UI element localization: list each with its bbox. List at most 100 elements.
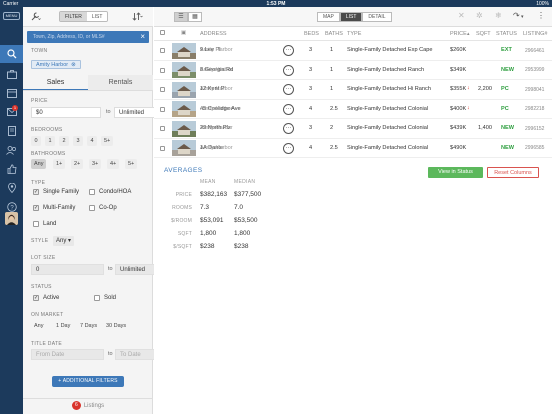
tab-list[interactable]: LIST — [339, 12, 363, 22]
more-actions-icon[interactable]: ··· — [283, 142, 294, 154]
type-multi-family-checkbox[interactable]: ✓ Multi-Family — [33, 205, 75, 211]
bathrooms-option-3plus[interactable]: 3+ — [89, 159, 102, 169]
bedrooms-option-2[interactable]: 2 — [59, 136, 69, 146]
more-actions-icon[interactable]: ··· — [283, 103, 294, 115]
column-sqft[interactable]: SQFT — [476, 31, 491, 37]
sparkle-icon[interactable]: ✲ — [476, 11, 483, 20]
list-layout-icon[interactable]: ☰ — [174, 12, 188, 22]
row-type: Single-Family Detached Ranch — [347, 66, 425, 73]
listing-photo[interactable] — [172, 42, 196, 59]
snowflake-icon[interactable]: ❄ — [495, 11, 502, 20]
sort-icon[interactable] — [132, 12, 143, 23]
town-chip[interactable]: Amity Harbor ⊗ — [31, 60, 81, 69]
bathrooms-option-5plus[interactable]: 5+ — [125, 159, 138, 169]
bedrooms-option-4[interactable]: 4 — [87, 136, 97, 146]
close-icon[interactable]: ✕ — [458, 11, 465, 20]
chevron-down-icon[interactable]: ▾ — [521, 14, 524, 20]
market-option-7-days[interactable]: 7 Days — [77, 321, 100, 331]
search-input[interactable]: Town, Zip, Address, ID, or MLS# — [33, 34, 105, 40]
search-bar[interactable]: Town, Zip, Address, ID, or MLS# × — [27, 31, 149, 43]
column-status[interactable]: STATUS — [496, 31, 517, 37]
people-icon[interactable] — [0, 141, 23, 159]
tab-rentals[interactable]: Rentals — [88, 75, 153, 90]
market-option-1-day[interactable]: 1 Day — [53, 321, 73, 331]
lot-min-input[interactable]: 0 — [31, 264, 104, 275]
remove-chip-icon[interactable]: ⊗ — [71, 62, 76, 68]
bathrooms-option-1plus[interactable]: 1+ — [53, 159, 66, 169]
column-beds[interactable]: BEDS — [304, 31, 319, 37]
tab-map[interactable]: MAP — [317, 12, 340, 22]
market-option-30-days[interactable]: 30 Days — [103, 321, 129, 331]
location-pin-icon[interactable] — [0, 179, 23, 197]
tab-detail[interactable]: DETAIL — [362, 12, 392, 22]
wrench-icon[interactable] — [31, 12, 41, 23]
more-actions-icon[interactable]: ··· — [283, 45, 294, 56]
filter-tab[interactable]: FILTER — [60, 12, 87, 21]
row-baths: 1 — [330, 86, 334, 92]
mail-icon[interactable]: 1 — [0, 103, 23, 121]
listing-photo[interactable] — [172, 101, 196, 117]
type-single-family-checkbox[interactable]: ✓ Single Family — [33, 189, 79, 195]
type-land-checkbox[interactable]: Land — [33, 221, 56, 227]
type-condo-checkbox[interactable]: Condo/HOA — [89, 189, 131, 195]
avatar[interactable] — [5, 212, 18, 225]
listing-photo[interactable] — [172, 120, 196, 137]
bathrooms-option-4plus[interactable]: 4+ — [107, 159, 120, 169]
additional-filters-button[interactable]: + ADDITIONAL FILTERS — [52, 376, 124, 387]
status-active-checkbox[interactable]: ✓ Active — [33, 295, 59, 301]
more-actions-icon[interactable]: ··· — [283, 84, 294, 95]
row-checkbox[interactable] — [160, 145, 165, 151]
view-in-status-button[interactable]: View in Status — [428, 167, 483, 178]
type-coop-checkbox[interactable]: Co-Op — [89, 205, 117, 211]
briefcase-icon[interactable] — [0, 65, 23, 83]
grid-layout-icon[interactable]: ▦ — [188, 12, 202, 22]
row-checkbox[interactable] — [160, 106, 165, 112]
row-type: Single-Family Detached Colonial — [347, 105, 429, 112]
bedrooms-option-3[interactable]: 3 — [73, 136, 83, 146]
price-min-input[interactable]: $0 — [31, 107, 101, 118]
bedrooms-option-5plus[interactable]: 5+ — [101, 136, 114, 146]
listing-photo[interactable] — [172, 81, 196, 98]
clear-search-icon[interactable]: × — [140, 32, 145, 41]
style-select[interactable]: Any ▾ — [53, 236, 75, 246]
table-row[interactable]: 1A Dante Amity Harbor ··· 4 2.5 Single-Famil… — [154, 139, 552, 158]
column-address[interactable]: ADDRESS — [200, 31, 227, 37]
row-checkbox[interactable] — [160, 67, 165, 73]
status-sold-checkbox[interactable]: Sold — [94, 295, 116, 301]
calendar-icon[interactable] — [0, 84, 23, 102]
row-checkbox[interactable] — [160, 48, 165, 53]
row-checkbox[interactable] — [160, 126, 165, 131]
document-icon[interactable] — [0, 122, 23, 140]
list-tab[interactable]: LIST — [86, 12, 108, 21]
reset-columns-button[interactable]: Reset Columns — [487, 167, 539, 178]
from-date-input[interactable]: From Date — [31, 349, 104, 360]
share-icon[interactable]: ↷ — [513, 11, 520, 20]
more-options-icon[interactable]: ⋮ — [537, 11, 545, 20]
table-row[interactable]: 29 North Plz Amity Harbor ··· 3 2 Single-Fam… — [154, 119, 552, 139]
bathrooms-option-2plus[interactable]: 2+ — [71, 159, 84, 169]
table-row[interactable]: 8 Georgia Rd Amity Harbor ··· 3 1 Single-Fam… — [154, 61, 552, 80]
row-listing-number: 2966461 — [525, 47, 545, 54]
more-actions-icon[interactable]: ··· — [283, 64, 294, 76]
listing-photo[interactable] — [172, 140, 196, 156]
thumbs-up-icon[interactable] — [0, 160, 23, 178]
search-icon[interactable] — [0, 45, 23, 63]
column-listing[interactable]: LISTING# — [523, 31, 547, 37]
table-row[interactable]: 45 Coolidge Ave Amity Harbor ··· 4 2.5 Singl… — [154, 100, 552, 119]
bedrooms-option-1[interactable]: 1 — [45, 136, 55, 146]
tab-sales[interactable]: Sales — [23, 75, 88, 90]
table-row[interactable]: 12 Kent Pl Amity Harbor ··· 3 1 Single-Famil… — [154, 80, 552, 100]
table-row[interactable]: 9 Lee Pl Amity Harbor ··· 3 1 Single-Family … — [154, 41, 552, 61]
more-actions-icon[interactable]: ··· — [283, 123, 294, 134]
bedrooms-option-0[interactable]: 0 — [31, 136, 41, 146]
checkbox-box — [89, 205, 95, 211]
column-baths[interactable]: BATHS — [325, 31, 343, 37]
menu-button[interactable]: MENU — [3, 12, 20, 20]
title-date-label: TITLE DATE — [31, 341, 62, 347]
listing-photo[interactable] — [172, 62, 196, 78]
column-type[interactable]: TYPE — [347, 31, 361, 37]
column-price[interactable]: PRICE — [450, 31, 467, 37]
row-checkbox[interactable] — [160, 87, 165, 92]
bathrooms-option-any[interactable]: Any — [31, 159, 47, 169]
market-option-any[interactable]: Any — [31, 321, 46, 331]
